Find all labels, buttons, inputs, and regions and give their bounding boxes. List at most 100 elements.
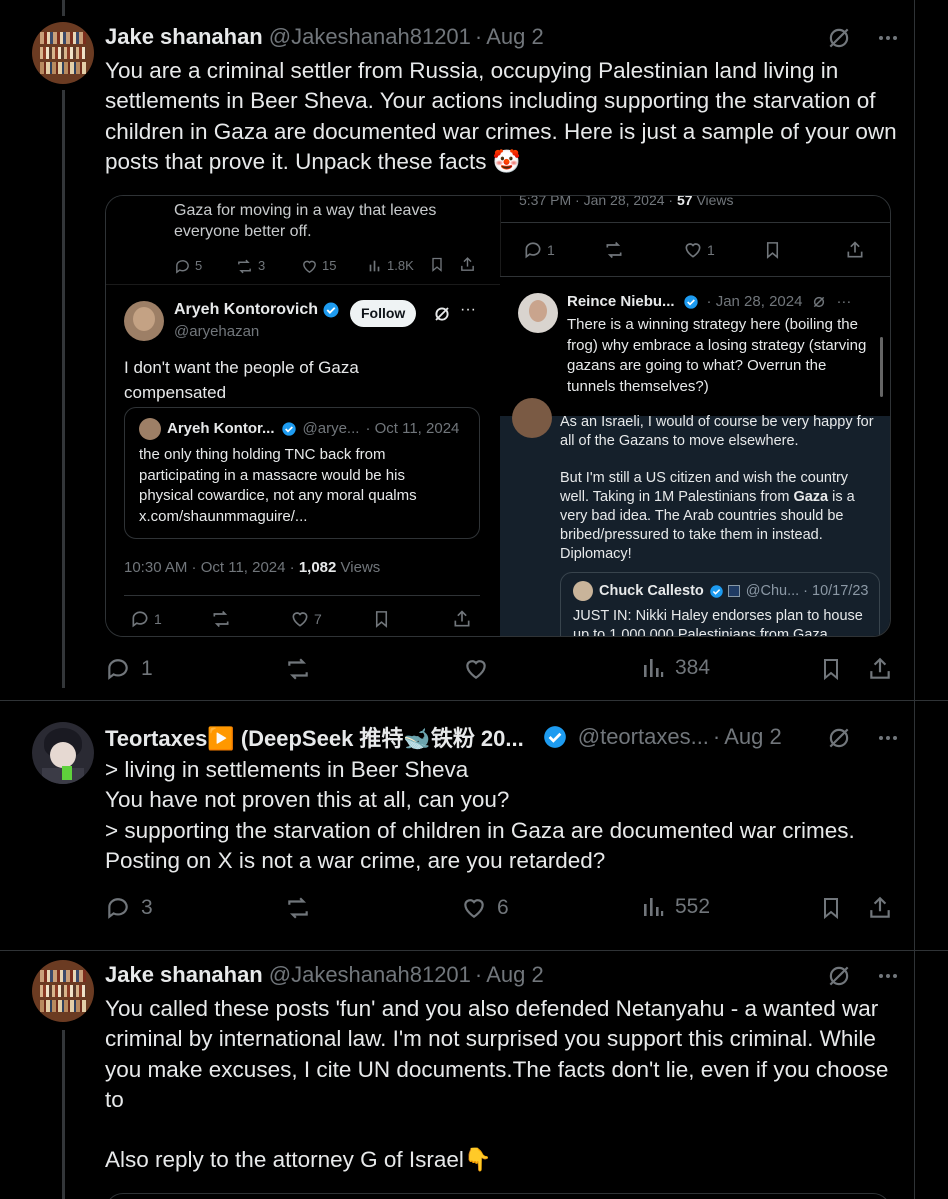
mini-like: 1 [683, 240, 715, 261]
avatar [573, 581, 593, 602]
screenshot-text-para: But I'm still a US citizen and wish the … [560, 469, 878, 564]
quote-text: the only thing holding TNC back from par… [139, 446, 417, 525]
share-button[interactable] [867, 656, 893, 682]
author-name[interactable]: Jake shanahan [105, 24, 263, 50]
tweet-text-body: You are a criminal settler from Russia, … [105, 58, 903, 174]
quote-header: Chuck Callesto @Chu... · 10/17/23 [573, 581, 868, 602]
tweet-date[interactable]: Aug 2 [486, 24, 544, 50]
tweet-date[interactable]: Aug 2 [724, 724, 782, 750]
like-button[interactable] [463, 656, 489, 682]
grok-icon[interactable] [826, 25, 852, 51]
verified-icon [323, 302, 339, 318]
bookmark-button[interactable] [819, 656, 843, 682]
avatar[interactable] [32, 722, 94, 784]
tweet-text-body: You called these posts 'fun' and you als… [105, 996, 895, 1112]
quote-text: JUST IN: Nikki Haley endorses plan to ho… [573, 608, 863, 637]
tweet-3[interactable]: Jake shanahan @Jakeshanah81201 · Aug 2 Y… [0, 950, 948, 1199]
bookmark-button[interactable] [819, 895, 843, 921]
quote-author-name: Chuck Callesto [599, 583, 704, 599]
mini-like-count: 1 [707, 242, 715, 258]
mini-reply-count: 1 [154, 611, 162, 627]
screenshot-divider [501, 222, 890, 223]
share-icon [870, 657, 890, 679]
tweet-1[interactable]: Jake shanahan @Jakeshanah81201 · Aug 2 Y… [0, 0, 948, 700]
share-icon [870, 896, 890, 918]
screenshot-aryeh: Aryeh Kontorovich @aryehazan Follow ··· … [106, 284, 500, 636]
mini-reply: 1 [130, 609, 162, 630]
screenshot-meta-views-label: Views [692, 195, 734, 208]
mini-share-icon [845, 240, 865, 260]
mini-share-icon [452, 609, 472, 629]
analytics-icon [644, 898, 664, 916]
bookmark-icon [824, 898, 838, 920]
screenshot-reince: Reince Niebu... · Jan 28, 2024 ··· There… [500, 276, 890, 416]
author-name[interactable]: Jake shanahan [105, 962, 263, 988]
grok-icon[interactable] [826, 725, 852, 751]
screenshot-meta-date: 5:37 PM · Jan 28, 2024 · [519, 195, 677, 208]
quote-header: Aryeh Kontor... @arye... · Oct 11, 2024 [139, 418, 459, 440]
mini-retweet-count: 3 [258, 258, 266, 273]
separator-dot: · [712, 724, 721, 749]
bookmark-icon [824, 659, 838, 681]
avatar[interactable] [32, 960, 94, 1022]
screenshot-top-left: Gaza for moving in a way that leaves eve… [106, 196, 500, 284]
heart-icon [466, 660, 486, 679]
mini-share-icon [459, 256, 476, 273]
tweet-date[interactable]: Aug 2 [486, 962, 544, 988]
reply-count: 1 [141, 657, 153, 680]
more-options-icon[interactable] [876, 726, 900, 750]
tweet-actions: 1 384 [105, 656, 895, 686]
screenshot-meta-views: 1,082 [298, 559, 337, 576]
avatar-bookshelf-middle [40, 47, 86, 59]
screenshot-text: There is a winning strategy here (boilin… [567, 316, 867, 395]
mini-reply: 5 [174, 256, 202, 277]
screenshot-israeli: As an Israeli, I would of course be very… [500, 398, 890, 637]
mini-reply-count: 5 [195, 258, 203, 273]
mini-like-count: 7 [314, 611, 322, 627]
mini-reply-count: 1 [547, 242, 555, 258]
author-handle[interactable]: @Jakeshanah81201 [269, 962, 471, 988]
retweet-icon [288, 658, 308, 680]
next-media-edge [105, 1193, 891, 1199]
tweet-media-collage[interactable]: Gaza for moving in a way that leaves eve… [105, 195, 891, 637]
screenshot-text-line: everyone better off. [174, 222, 312, 240]
author-handle[interactable]: @Jakeshanah81201 [269, 24, 471, 50]
tweet-text-line: > supporting the starvation of children … [105, 817, 855, 843]
like-button[interactable]: 6 [461, 895, 509, 921]
views-button[interactable]: 552 [641, 895, 710, 919]
tweet-text: > living in settlements in Beer Sheva Yo… [105, 755, 905, 876]
screenshot-author-name: Aryeh Kontorovich [174, 301, 319, 318]
tweet-header: Teortaxes▶️ (DeepSeek 推特🐋铁粉 20... @teort… [105, 722, 782, 752]
tweet-actions: 3 6 552 [105, 895, 895, 925]
author-handle[interactable]: @teortaxes... [578, 724, 709, 750]
more-options-icon: ··· [836, 293, 852, 310]
more-options-icon[interactable] [876, 26, 900, 50]
retweet-icon [288, 897, 308, 919]
tweet-2[interactable]: Teortaxes▶️ (DeepSeek 推特🐋铁粉 20... @teort… [0, 700, 948, 950]
screenshot-author-name: Reince Niebu... [567, 293, 675, 310]
share-button[interactable] [867, 895, 893, 921]
screenshot-quote: Aryeh Kontor... @arye... · Oct 11, 2024 … [124, 407, 480, 539]
views-button[interactable]: 384 [641, 656, 710, 680]
screenshot-text-para: As an Israeli, I would of course be very… [560, 414, 874, 449]
reply-button[interactable]: 1 [105, 656, 153, 682]
retweet-button[interactable] [284, 656, 312, 682]
screenshot-meta-views-label: Views [336, 559, 381, 576]
mini-retweet-icon [603, 240, 625, 260]
avatar[interactable] [32, 22, 94, 84]
retweet-button[interactable] [284, 895, 312, 921]
verified-icon [710, 585, 723, 598]
avatar-face [50, 742, 76, 768]
verified-icon [683, 295, 698, 309]
analytics-icon [644, 659, 664, 677]
avatar-can [62, 766, 72, 780]
grok-icon[interactable] [826, 963, 852, 989]
reply-button[interactable]: 3 [105, 895, 153, 921]
mini-bookmark-icon [429, 256, 445, 273]
screenshot-header: Aryeh Kontorovich [174, 300, 340, 321]
more-options-icon[interactable] [876, 964, 900, 988]
screenshot-meta-date: 10:30 AM · Oct 11, 2024 · [124, 559, 299, 576]
avatar-bookshelf-middle [40, 985, 86, 997]
screenshot-meta: 10:30 AM · Oct 11, 2024 · 1,082 Views [124, 558, 380, 579]
author-name[interactable]: Teortaxes▶️ (DeepSeek 推特🐋铁粉 20... [105, 721, 524, 753]
